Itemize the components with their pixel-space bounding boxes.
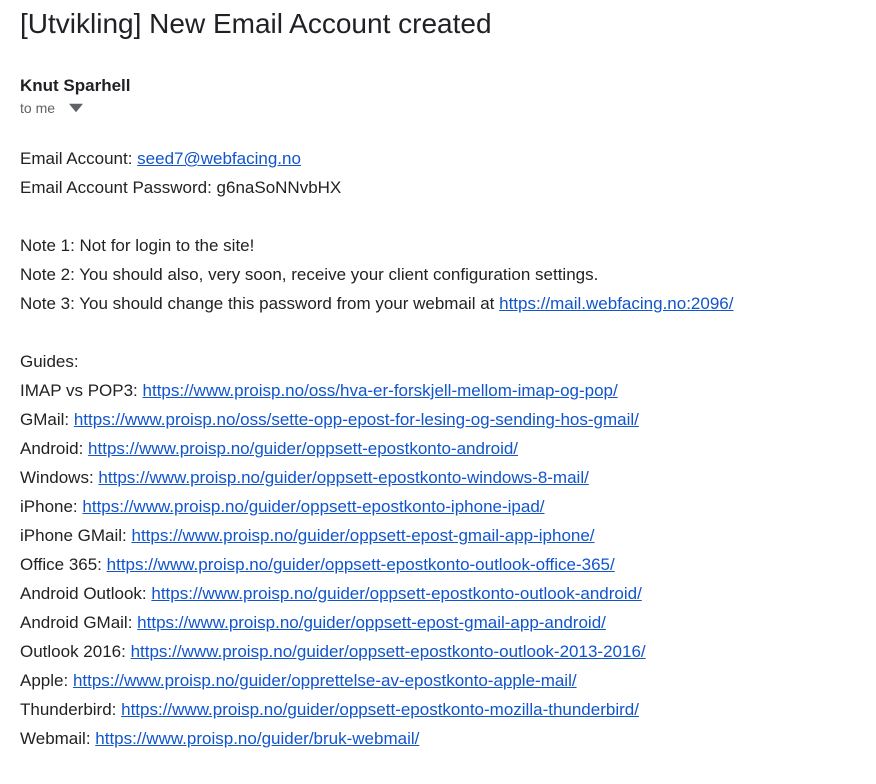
guide-link[interactable]: https://www.proisp.no/guider/opprettelse… (73, 671, 577, 690)
webmail-link[interactable]: https://mail.webfacing.no:2096/ (499, 294, 733, 313)
guide-label: Android: (20, 439, 88, 458)
guide-row: Apple: https://www.proisp.no/guider/oppr… (20, 666, 856, 695)
guide-label: Android Outlook: (20, 584, 151, 603)
recipients-row: to me (20, 98, 856, 118)
email-password-label: Email Account Password: (20, 178, 217, 197)
guide-label: iPhone GMail: (20, 526, 132, 545)
guide-link[interactable]: https://www.proisp.no/guider/oppsett-epo… (137, 613, 606, 632)
guide-link[interactable]: https://www.proisp.no/oss/hva-er-forskje… (143, 381, 618, 400)
guide-row: Thunderbird: https://www.proisp.no/guide… (20, 695, 856, 724)
sender-row: Knut Sparhell (20, 76, 856, 96)
guide-label: Apple: (20, 671, 73, 690)
guide-link[interactable]: https://www.proisp.no/guider/oppsett-epo… (121, 700, 639, 719)
guide-row: Webmail: https://www.proisp.no/guider/br… (20, 724, 856, 753)
guide-link[interactable]: https://www.proisp.no/guider/oppsett-epo… (132, 526, 595, 545)
guide-label: IMAP vs POP3: (20, 381, 143, 400)
guide-label: Windows: (20, 468, 98, 487)
guide-row: Android GMail: https://www.proisp.no/gui… (20, 608, 856, 637)
email-account-line: Email Account: seed7@webfacing.no (20, 144, 856, 173)
guides-header: Guides: (20, 347, 856, 376)
note-3: Note 3: You should change this password … (20, 289, 856, 318)
guide-link[interactable]: https://www.proisp.no/oss/sette-opp-epos… (74, 410, 639, 429)
guide-label: Office 365: (20, 555, 107, 574)
guide-row: Outlook 2016: https://www.proisp.no/guid… (20, 637, 856, 666)
guide-row: GMail: https://www.proisp.no/oss/sette-o… (20, 405, 856, 434)
guide-row: Windows: https://www.proisp.no/guider/op… (20, 463, 856, 492)
guide-link[interactable]: https://www.proisp.no/guider/oppsett-epo… (107, 555, 615, 574)
guide-label: GMail: (20, 410, 74, 429)
email-account-link[interactable]: seed7@webfacing.no (137, 149, 301, 168)
email-account-label: Email Account: (20, 149, 137, 168)
guide-link[interactable]: https://www.proisp.no/guider/bruk-webmai… (95, 729, 419, 748)
guide-row: IMAP vs POP3: https://www.proisp.no/oss/… (20, 376, 856, 405)
guide-row: Android Outlook: https://www.proisp.no/g… (20, 579, 856, 608)
guide-label: iPhone: (20, 497, 82, 516)
guide-label: Thunderbird: (20, 700, 121, 719)
recipients-label: to me (20, 100, 55, 116)
chevron-down-icon (69, 100, 83, 116)
sender-name: Knut Sparhell (20, 76, 131, 95)
guide-label: Android GMail: (20, 613, 137, 632)
guide-link[interactable]: https://www.proisp.no/guider/oppsett-epo… (88, 439, 518, 458)
email-password-line: Email Account Password: g6naSoNNvbHX (20, 173, 856, 202)
email-subject: [Utvikling] New Email Account created (20, 8, 856, 40)
note-2: Note 2: You should also, very soon, rece… (20, 260, 856, 289)
guide-row: iPhone GMail: https://www.proisp.no/guid… (20, 521, 856, 550)
note-3-prefix: Note 3: You should change this password … (20, 294, 499, 313)
guide-link[interactable]: https://www.proisp.no/guider/oppsett-epo… (82, 497, 544, 516)
guide-row: Office 365: https://www.proisp.no/guider… (20, 550, 856, 579)
guide-link[interactable]: https://www.proisp.no/guider/oppsett-epo… (98, 468, 588, 487)
show-details-button[interactable] (67, 98, 85, 118)
email-password-value: g6naSoNNvbHX (217, 178, 342, 197)
guide-row: iPhone: https://www.proisp.no/guider/opp… (20, 492, 856, 521)
guide-link[interactable]: https://www.proisp.no/guider/oppsett-epo… (151, 584, 641, 603)
guide-link[interactable]: https://www.proisp.no/guider/oppsett-epo… (131, 642, 646, 661)
guide-label: Webmail: (20, 729, 95, 748)
note-1: Note 1: Not for login to the site! (20, 231, 856, 260)
guide-label: Outlook 2016: (20, 642, 131, 661)
guide-row: Android: https://www.proisp.no/guider/op… (20, 434, 856, 463)
guides-list: IMAP vs POP3: https://www.proisp.no/oss/… (20, 376, 856, 753)
